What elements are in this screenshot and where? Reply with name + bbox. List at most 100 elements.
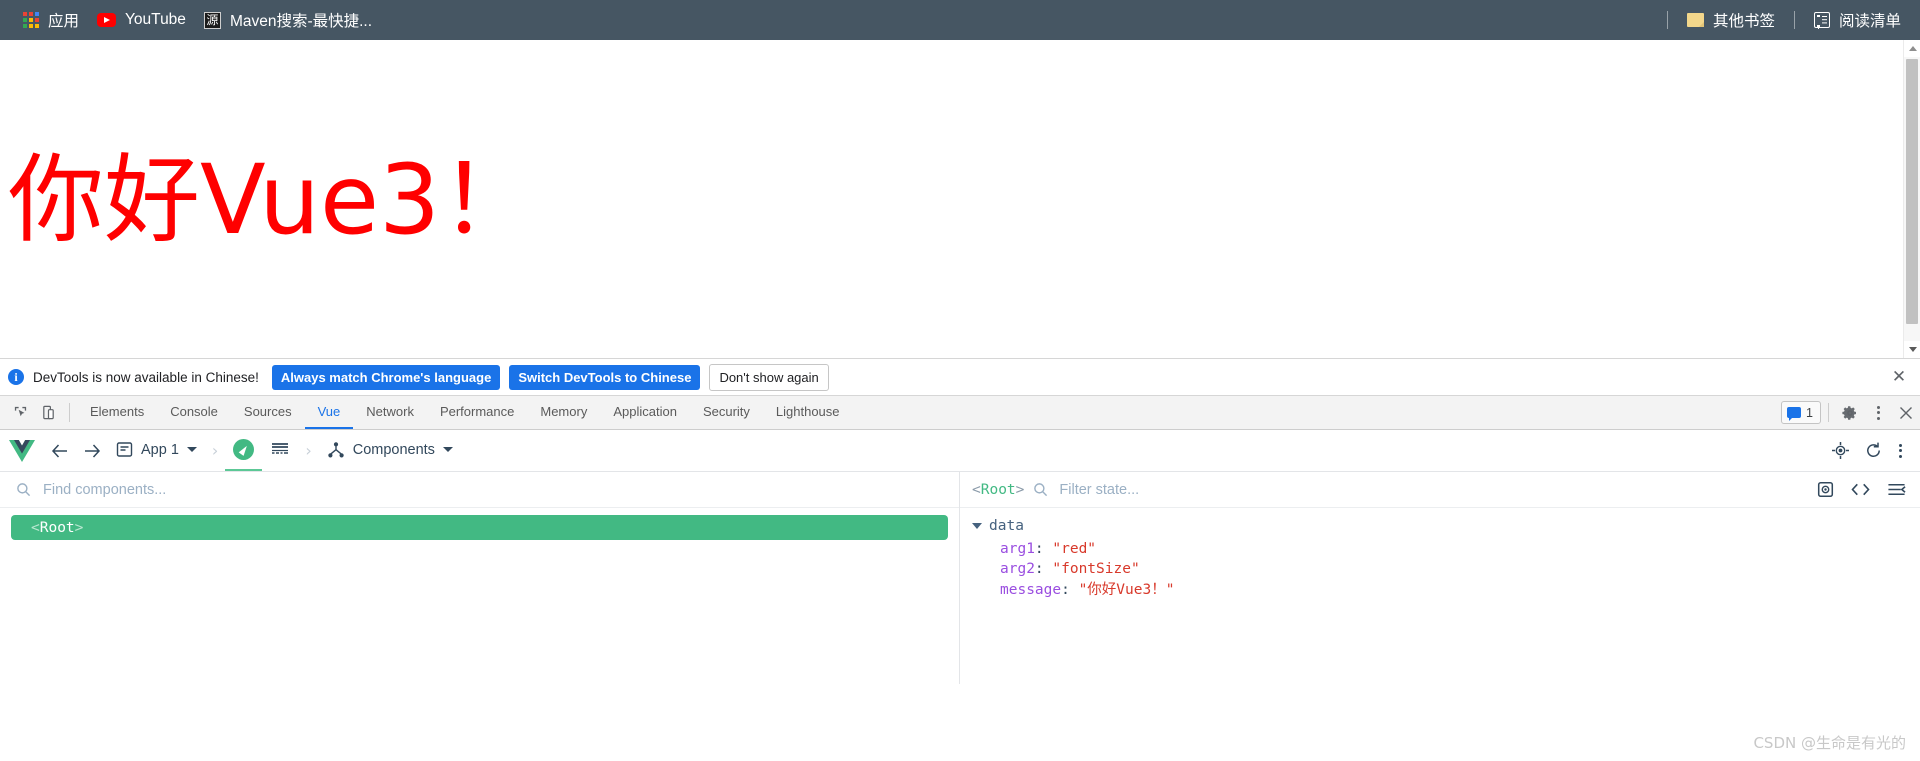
bookmark-apps-label: 应用 [48,13,80,30]
chip-bracket-close: > [1015,481,1025,498]
bookmark-youtube-label: YouTube [125,11,186,28]
tab-performance-label: Performance [439,404,515,419]
select-component-icon[interactable] [1824,430,1857,471]
bookmarks-divider-left [1666,11,1668,29]
selected-component-chip: <Root> [972,482,1024,498]
tab-network[interactable]: Network [353,396,427,429]
tab-vue-label: Vue [317,404,341,419]
devtools-close-icon[interactable] [1892,396,1920,429]
state-entry-value: "你好Vue3！" [1078,581,1175,598]
filter-state-input[interactable] [1057,480,1808,499]
timeline-button[interactable] [262,430,298,471]
state-entry-key: message [1000,581,1062,598]
tab-sources[interactable]: Sources [231,396,305,429]
state-entry[interactable]: arg1: "red" [972,539,1920,560]
bookmark-apps[interactable]: 应用 [14,5,88,35]
chevron-down-icon [186,447,197,452]
kebab-menu-icon[interactable] [1864,396,1892,429]
notification-message: DevTools is now available in Chinese! [33,369,259,385]
device-toolbar-icon[interactable] [34,396,62,429]
component-tree: < Root > [0,508,959,684]
tree-item-bracket-close: > [74,519,84,536]
tabbar-spacer [853,396,1782,429]
back-button[interactable] [44,430,76,471]
refresh-icon[interactable] [1857,430,1890,471]
inspector-components-button[interactable] [225,430,263,471]
app-selector[interactable]: App 1 [108,430,205,471]
tab-elements[interactable]: Elements [77,396,157,429]
issues-badge[interactable]: 1 [1781,401,1821,424]
timeline-icon [272,443,289,454]
tab-sources-label: Sources [243,404,292,419]
tab-lighthouse[interactable]: Lighthouse [763,396,853,429]
devtools-language-notification: i DevTools is now available in Chinese! … [0,358,1920,396]
reading-list-icon [1813,12,1830,28]
inspect-dom-icon[interactable] [1817,481,1834,498]
dont-show-again-button[interactable]: Don't show again [709,363,829,391]
vue-kebab-menu-icon[interactable] [1890,430,1920,471]
inspect-element-icon[interactable] [6,396,34,429]
components-selector[interactable]: Components [319,430,461,471]
scrollbar-thumb[interactable] [1906,59,1918,324]
state-entry-key: arg1 [1000,540,1035,557]
state-tree: data arg1: "red" arg2: "fontSize" messag… [960,508,1920,684]
tab-security-label: Security [702,404,750,419]
always-match-language-button[interactable]: Always match Chrome's language [271,364,501,390]
compass-icon [233,439,255,460]
bookmarks-bar: 应用 YouTube 源 Maven搜索-最快捷... 其他书签 阅读清单 [0,0,1920,40]
chip-name: Root [980,481,1016,498]
tab-network-label: Network [366,404,414,419]
state-entry-key: arg2 [1000,561,1035,577]
tab-performance[interactable]: Performance [427,396,527,429]
screen-root: 应用 YouTube 源 Maven搜索-最快捷... 其他书签 阅读清单 你好… [0,0,1920,761]
tab-console[interactable]: Console [157,396,231,429]
bookmarks-divider-right [1793,11,1795,29]
devtools-tab-bar: Elements Console Sources Vue Network Per… [0,396,1920,430]
watermark: CSDN @生命是有光的 [1753,734,1906,752]
tab-vue[interactable]: Vue [304,396,354,429]
youtube-icon [97,13,117,27]
page-viewport: 你好Vue3！ [0,40,1920,358]
tab-application-label: Application [613,404,677,419]
message-icon [1787,407,1802,421]
scrollbar-track[interactable] [1904,57,1920,341]
tabbar-divider [69,403,70,422]
filter-search-icon [1034,483,1048,497]
chevron-down-icon [972,523,982,530]
state-entry[interactable]: message: "你好Vue3！" [972,580,1920,601]
other-bookmarks-button[interactable]: 其他书签 [1678,5,1784,35]
kebab-dots [1876,405,1880,420]
find-components-input[interactable] [41,480,943,499]
tab-console-label: Console [170,404,218,419]
page-scrollbar[interactable] [1903,40,1920,358]
tree-item-root[interactable]: < Root > [11,515,948,540]
close-icon[interactable]: ✕ [1888,366,1910,388]
scrollbar-up-arrow[interactable] [1904,40,1920,57]
bookmark-maven[interactable]: 源 Maven搜索-最快捷... [195,5,381,35]
state-group-data[interactable]: data [972,516,1920,537]
components-selector-label: Components [352,441,435,458]
forward-button[interactable] [76,430,108,471]
state-group-label: data [989,518,1024,534]
scrollbar-down-arrow[interactable] [1904,341,1920,358]
tab-memory-label: Memory [540,404,588,419]
tab-security[interactable]: Security [690,396,763,429]
state-entry[interactable]: arg2: "fontSize" [972,559,1920,580]
folder-icon [1686,13,1704,27]
switch-devtools-to-chinese-button[interactable]: Switch DevTools to Chinese [509,364,701,390]
app-icon [116,442,133,457]
tab-memory[interactable]: Memory [527,396,600,429]
vue-logo-icon [0,430,44,471]
tab-application[interactable]: Application [600,396,690,429]
vue-toolbar-spacer [461,430,1824,471]
reading-list-button[interactable]: 阅读清单 [1805,5,1910,35]
page-title: 你好Vue3！ [8,144,537,256]
open-in-editor-icon[interactable] [1851,482,1870,497]
state-entry-value: "red" [1052,540,1097,557]
collapse-all-icon[interactable] [1887,482,1906,497]
find-components-row [0,472,959,508]
gear-icon[interactable] [1836,396,1864,429]
kebab-dots [1899,443,1902,458]
bookmark-youtube[interactable]: YouTube [88,7,195,33]
reading-list-label: 阅读清单 [1838,13,1901,30]
